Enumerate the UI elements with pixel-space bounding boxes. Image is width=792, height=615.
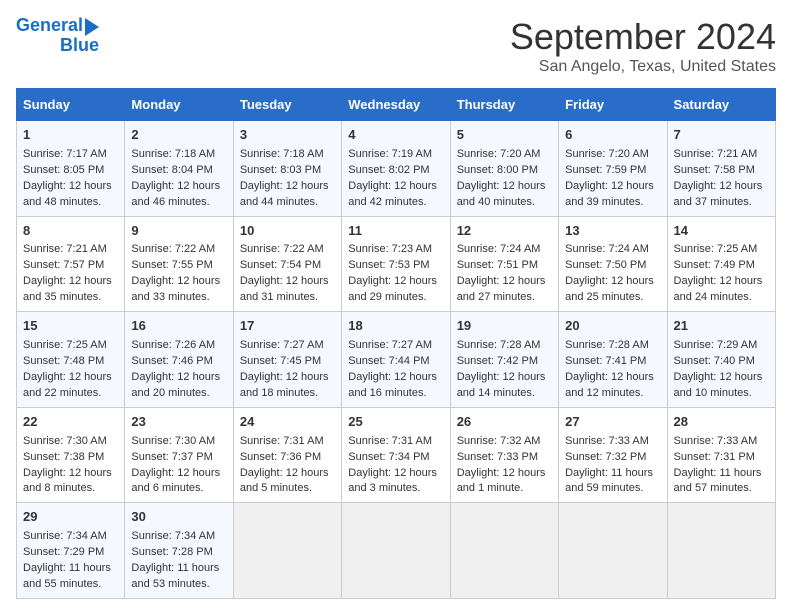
logo-arrow-icon [85, 18, 99, 36]
logo-text-general: General [16, 16, 83, 36]
day-number: 18 [348, 317, 443, 336]
title-block: September 2024 San Angelo, Texas, United… [510, 16, 776, 76]
day-number: 8 [23, 222, 118, 241]
calendar-cell: 11Sunrise: 7:23 AMSunset: 7:53 PMDayligh… [342, 216, 450, 312]
calendar-cell: 1Sunrise: 7:17 AMSunset: 8:05 PMDaylight… [17, 121, 125, 217]
day-number: 3 [240, 126, 335, 145]
day-number: 6 [565, 126, 660, 145]
calendar-cell: 17Sunrise: 7:27 AMSunset: 7:45 PMDayligh… [233, 312, 341, 408]
calendar-cell: 23Sunrise: 7:30 AMSunset: 7:37 PMDayligh… [125, 407, 233, 503]
calendar-header-row: SundayMondayTuesdayWednesdayThursdayFrid… [17, 89, 776, 121]
calendar-cell [450, 503, 558, 599]
day-number: 2 [131, 126, 226, 145]
calendar-cell: 14Sunrise: 7:25 AMSunset: 7:49 PMDayligh… [667, 216, 775, 312]
day-number: 23 [131, 413, 226, 432]
calendar-cell: 16Sunrise: 7:26 AMSunset: 7:46 PMDayligh… [125, 312, 233, 408]
calendar-cell: 26Sunrise: 7:32 AMSunset: 7:33 PMDayligh… [450, 407, 558, 503]
calendar-cell: 9Sunrise: 7:22 AMSunset: 7:55 PMDaylight… [125, 216, 233, 312]
day-number: 30 [131, 508, 226, 527]
logo-text-blue: Blue [60, 36, 99, 56]
calendar-cell: 6Sunrise: 7:20 AMSunset: 7:59 PMDaylight… [559, 121, 667, 217]
day-number: 19 [457, 317, 552, 336]
calendar-cell: 25Sunrise: 7:31 AMSunset: 7:34 PMDayligh… [342, 407, 450, 503]
day-number: 14 [674, 222, 769, 241]
calendar-cell: 28Sunrise: 7:33 AMSunset: 7:31 PMDayligh… [667, 407, 775, 503]
day-number: 28 [674, 413, 769, 432]
day-number: 12 [457, 222, 552, 241]
calendar-cell: 21Sunrise: 7:29 AMSunset: 7:40 PMDayligh… [667, 312, 775, 408]
calendar-cell: 3Sunrise: 7:18 AMSunset: 8:03 PMDaylight… [233, 121, 341, 217]
calendar-cell: 7Sunrise: 7:21 AMSunset: 7:58 PMDaylight… [667, 121, 775, 217]
day-number: 7 [674, 126, 769, 145]
calendar-subtitle: San Angelo, Texas, United States [510, 58, 776, 76]
day-number: 5 [457, 126, 552, 145]
header-friday: Friday [559, 89, 667, 121]
calendar-cell: 24Sunrise: 7:31 AMSunset: 7:36 PMDayligh… [233, 407, 341, 503]
calendar-cell [667, 503, 775, 599]
day-number: 11 [348, 222, 443, 241]
header-wednesday: Wednesday [342, 89, 450, 121]
calendar-cell: 18Sunrise: 7:27 AMSunset: 7:44 PMDayligh… [342, 312, 450, 408]
day-number: 22 [23, 413, 118, 432]
day-number: 4 [348, 126, 443, 145]
day-number: 9 [131, 222, 226, 241]
calendar-cell: 27Sunrise: 7:33 AMSunset: 7:32 PMDayligh… [559, 407, 667, 503]
header-monday: Monday [125, 89, 233, 121]
calendar-cell [233, 503, 341, 599]
calendar-cell: 5Sunrise: 7:20 AMSunset: 8:00 PMDaylight… [450, 121, 558, 217]
header-tuesday: Tuesday [233, 89, 341, 121]
calendar-cell: 30Sunrise: 7:34 AMSunset: 7:28 PMDayligh… [125, 503, 233, 599]
day-number: 1 [23, 126, 118, 145]
calendar-cell: 8Sunrise: 7:21 AMSunset: 7:57 PMDaylight… [17, 216, 125, 312]
day-number: 15 [23, 317, 118, 336]
day-number: 25 [348, 413, 443, 432]
day-number: 20 [565, 317, 660, 336]
week-row-5: 29Sunrise: 7:34 AMSunset: 7:29 PMDayligh… [17, 503, 776, 599]
calendar-cell: 19Sunrise: 7:28 AMSunset: 7:42 PMDayligh… [450, 312, 558, 408]
day-number: 29 [23, 508, 118, 527]
week-row-4: 22Sunrise: 7:30 AMSunset: 7:38 PMDayligh… [17, 407, 776, 503]
calendar-cell: 15Sunrise: 7:25 AMSunset: 7:48 PMDayligh… [17, 312, 125, 408]
calendar-cell: 12Sunrise: 7:24 AMSunset: 7:51 PMDayligh… [450, 216, 558, 312]
day-number: 27 [565, 413, 660, 432]
day-number: 24 [240, 413, 335, 432]
calendar-cell: 29Sunrise: 7:34 AMSunset: 7:29 PMDayligh… [17, 503, 125, 599]
day-number: 10 [240, 222, 335, 241]
day-number: 26 [457, 413, 552, 432]
calendar-cell: 2Sunrise: 7:18 AMSunset: 8:04 PMDaylight… [125, 121, 233, 217]
day-number: 21 [674, 317, 769, 336]
header-sunday: Sunday [17, 89, 125, 121]
calendar-body: 1Sunrise: 7:17 AMSunset: 8:05 PMDaylight… [17, 121, 776, 599]
calendar-cell: 20Sunrise: 7:28 AMSunset: 7:41 PMDayligh… [559, 312, 667, 408]
day-number: 17 [240, 317, 335, 336]
week-row-3: 15Sunrise: 7:25 AMSunset: 7:48 PMDayligh… [17, 312, 776, 408]
calendar-cell: 10Sunrise: 7:22 AMSunset: 7:54 PMDayligh… [233, 216, 341, 312]
calendar-cell: 22Sunrise: 7:30 AMSunset: 7:38 PMDayligh… [17, 407, 125, 503]
calendar-cell [559, 503, 667, 599]
day-number: 13 [565, 222, 660, 241]
week-row-2: 8Sunrise: 7:21 AMSunset: 7:57 PMDaylight… [17, 216, 776, 312]
week-row-1: 1Sunrise: 7:17 AMSunset: 8:05 PMDaylight… [17, 121, 776, 217]
calendar-cell [342, 503, 450, 599]
day-number: 16 [131, 317, 226, 336]
header-saturday: Saturday [667, 89, 775, 121]
calendar-cell: 13Sunrise: 7:24 AMSunset: 7:50 PMDayligh… [559, 216, 667, 312]
calendar-table: SundayMondayTuesdayWednesdayThursdayFrid… [16, 88, 776, 599]
logo: General Blue [16, 16, 99, 56]
header-thursday: Thursday [450, 89, 558, 121]
calendar-cell: 4Sunrise: 7:19 AMSunset: 8:02 PMDaylight… [342, 121, 450, 217]
page-header: General Blue September 2024 San Angelo, … [16, 16, 776, 76]
calendar-title: September 2024 [510, 16, 776, 58]
